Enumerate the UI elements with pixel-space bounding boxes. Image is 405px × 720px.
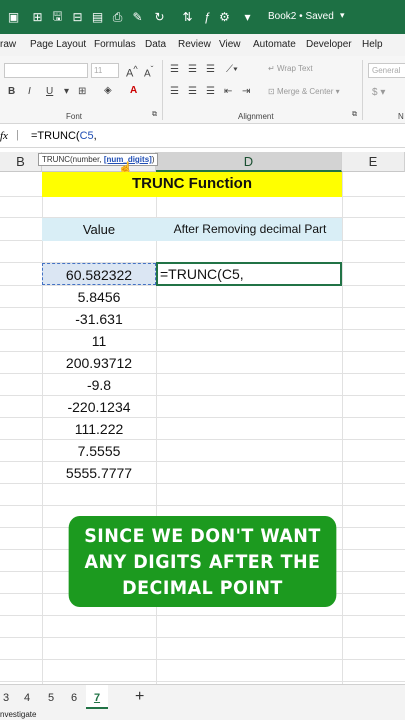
header-result[interactable]: After Removing decimal Part	[158, 222, 342, 236]
underline-dropdown-icon[interactable]: ▾	[64, 86, 69, 97]
sheet-tab-3[interactable]: 3	[3, 692, 9, 704]
merge-icon: ⊡	[268, 87, 275, 96]
merge-center-button[interactable]: ⊡ Merge & Center ▾	[268, 87, 340, 96]
font-color-icon[interactable]: A	[130, 85, 137, 96]
active-formula[interactable]: =TRUNC(C5,	[160, 266, 244, 282]
decrease-font-icon[interactable]: Aˇ	[144, 64, 153, 79]
menu-bar: raw Page Layout Formulas Data Review Vie…	[0, 34, 405, 56]
save-icon[interactable]: 🖫	[48, 8, 67, 26]
font-group-label: Font	[66, 112, 83, 121]
worksheet-grid[interactable]: TRUNC Function Value After Removing deci…	[0, 172, 405, 684]
menu-draw[interactable]: raw	[0, 39, 16, 50]
add-sheet-button[interactable]: +	[135, 688, 144, 706]
title-bar: ▣ ⊞ 🖫 ⊟ ▤ ⎙ ✎ ↻ ⇅ ƒ ⚙ ▾ Book2 • Saved ▾	[0, 0, 405, 34]
italic-button[interactable]: I	[28, 86, 31, 97]
column-header-b[interactable]: B	[0, 152, 42, 172]
underline-button[interactable]: U	[46, 86, 53, 97]
column-header-d[interactable]: D	[156, 152, 342, 172]
sheet-tab-6[interactable]: 6	[71, 692, 77, 704]
formula-bar: fx | =TRUNC(C5,	[0, 126, 405, 148]
redo-icon[interactable]: ↻	[150, 8, 169, 26]
fx-icon[interactable]: fx	[0, 130, 8, 142]
value-cell[interactable]: 111.222	[42, 421, 156, 437]
merge-center-label: Merge & Center	[276, 87, 334, 96]
sheet-tab-4[interactable]: 4	[24, 692, 30, 704]
value-cell[interactable]: -9.8	[42, 377, 156, 393]
align-right-icon[interactable]: ☰	[206, 86, 215, 97]
sheet-tab-5[interactable]: 5	[48, 692, 54, 704]
sort-icon[interactable]: ⇅	[178, 8, 197, 26]
ribbon-divider	[362, 60, 363, 120]
menu-formulas[interactable]: Formulas	[94, 39, 136, 50]
menu-review[interactable]: Review	[178, 39, 211, 50]
align-bottom-icon[interactable]: ☰	[206, 64, 215, 75]
increase-indent-icon[interactable]: ⇥	[242, 86, 250, 97]
tooltip-close-paren: )	[151, 155, 155, 164]
ribbon: 11 A^ Aˇ B I U ▾ ⊞ ◈ A ⧉ Font ☰ ☰ ☰ ⟋▾ ☰…	[0, 56, 405, 124]
increase-font-icon[interactable]: A^	[126, 64, 138, 80]
sheet-title: TRUNC Function	[132, 175, 252, 192]
formula-input[interactable]: =TRUNC(C5,	[31, 130, 97, 142]
menu-view[interactable]: View	[219, 39, 241, 50]
customize-chevron-icon[interactable]: ▾	[238, 8, 257, 26]
tooltip-function: TRUNC(number,	[42, 155, 102, 164]
sheet-tab-7[interactable]: 7	[86, 685, 108, 709]
value-cell[interactable]: 60.582322	[42, 267, 156, 283]
wrap-text-label: Wrap Text	[276, 64, 313, 73]
ribbon-divider	[162, 60, 163, 120]
borders-icon[interactable]: ⊞	[78, 86, 86, 97]
menu-data[interactable]: Data	[145, 39, 166, 50]
bold-button[interactable]: B	[8, 86, 15, 97]
font-name-box[interactable]	[4, 63, 88, 78]
wrap-text-button[interactable]: ↵ Wrap Text	[268, 64, 313, 73]
status-text: nvestigate	[0, 710, 37, 719]
menu-automate[interactable]: Automate	[253, 39, 296, 50]
filter-icon[interactable]: ⚙	[215, 8, 234, 26]
value-cell[interactable]: -31.631	[42, 311, 156, 327]
formula-bar-divider: |	[16, 129, 19, 141]
fill-color-icon[interactable]: ◈	[104, 85, 112, 96]
menu-help[interactable]: Help	[362, 39, 383, 50]
alignment-group-label: Alignment	[238, 112, 274, 121]
header-value[interactable]: Value	[42, 222, 156, 237]
value-cell[interactable]: 7.5555	[42, 443, 156, 459]
caption-banner: SINCE WE DON'T WANT ANY DIGITS AFTER THE…	[68, 516, 337, 607]
align-left-icon[interactable]: ☰	[170, 86, 179, 97]
font-size-box[interactable]: 11	[91, 63, 119, 78]
value-cell[interactable]: 5.8456	[42, 289, 156, 305]
brush-icon[interactable]: ✎	[128, 8, 147, 26]
column-header-e[interactable]: E	[342, 152, 405, 172]
number-group-label: N	[398, 112, 404, 121]
value-cell[interactable]: 5555.7777	[42, 465, 156, 481]
font-dialog-launcher-icon[interactable]: ⧉	[152, 111, 157, 119]
align-middle-icon[interactable]: ☰	[188, 64, 197, 75]
grid-icon[interactable]: ⊟	[68, 8, 87, 26]
table-icon[interactable]: ⊞	[28, 8, 47, 26]
alignment-dialog-launcher-icon[interactable]: ⧉	[352, 111, 357, 119]
workbook-name[interactable]: Book2 • Saved	[268, 11, 334, 22]
workbook-caret-icon[interactable]: ▾	[340, 10, 345, 21]
number-format-box[interactable]: General	[368, 63, 405, 78]
sheet-tabs: 3 4 5 6 7 +	[0, 684, 405, 710]
form-icon[interactable]: ▤	[88, 8, 107, 26]
print-icon[interactable]: ⎙	[108, 8, 127, 26]
value-cell[interactable]: 11	[42, 333, 156, 349]
function-tooltip[interactable]: TRUNC(number, [num_digits])	[38, 153, 159, 166]
orientation-icon[interactable]: ⟋▾	[226, 64, 238, 75]
align-center-icon[interactable]: ☰	[188, 86, 197, 97]
wrap-text-icon: ↵	[268, 64, 275, 73]
value-cell[interactable]: 200.93712	[42, 355, 156, 371]
autosave-icon[interactable]: ▣	[4, 8, 23, 26]
menu-developer[interactable]: Developer	[306, 39, 352, 50]
value-cell[interactable]: -220.1234	[42, 399, 156, 415]
align-top-icon[interactable]: ☰	[170, 64, 179, 75]
status-bar: nvestigate	[0, 710, 405, 720]
currency-icon[interactable]: $ ▾	[372, 87, 385, 98]
decrease-indent-icon[interactable]: ⇤	[224, 86, 232, 97]
menu-page-layout[interactable]: Page Layout	[30, 39, 86, 50]
